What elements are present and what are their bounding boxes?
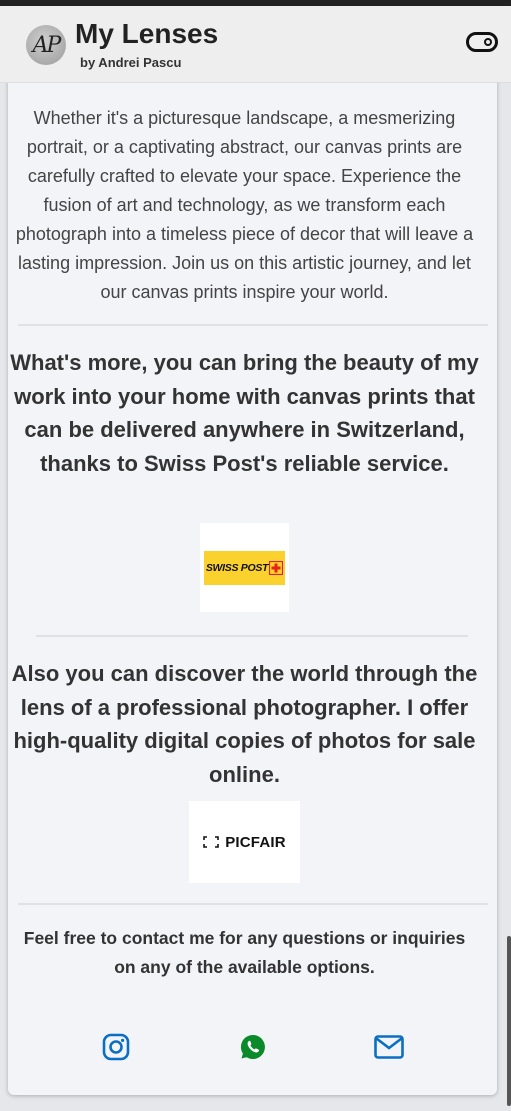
whatsapp-icon bbox=[240, 1034, 265, 1059]
swiss-post-logo-text: SWISS POST bbox=[205, 561, 269, 574]
swiss-post-logo-link[interactable]: SWISS POST bbox=[200, 523, 289, 612]
site-title[interactable]: My Lenses bbox=[75, 18, 218, 50]
digital-copies-heading: Also you can discover the world through … bbox=[11, 661, 478, 787]
instagram-link[interactable] bbox=[101, 1032, 131, 1062]
mail-icon bbox=[374, 1035, 404, 1059]
scrollbar[interactable] bbox=[507, 936, 511, 1106]
toggle-knob-icon bbox=[484, 38, 492, 46]
canvas-prints-heading: What's more, you can bring the beauty of… bbox=[10, 350, 479, 476]
avatar[interactable]: AP bbox=[26, 25, 66, 65]
site-header: AP My Lenses by Andrei Pascu bbox=[0, 6, 511, 83]
whatsapp-link[interactable] bbox=[238, 1032, 268, 1062]
picfair-logo-link[interactable]: PICFAIR bbox=[189, 801, 300, 883]
section-divider bbox=[18, 324, 488, 326]
instagram-icon bbox=[102, 1033, 130, 1061]
contact-text: Feel free to contact me for any question… bbox=[23, 928, 466, 977]
swiss-post-logo: SWISS POST bbox=[204, 550, 285, 585]
section-divider bbox=[18, 903, 488, 905]
email-link[interactable] bbox=[374, 1032, 404, 1062]
picfair-logo-text: PICFAIR bbox=[225, 833, 286, 851]
theme-toggle[interactable] bbox=[466, 32, 498, 52]
avatar-initials: AP bbox=[32, 32, 62, 58]
intro-paragraph: Whether it's a picturesque landscape, a … bbox=[15, 108, 474, 302]
frame-corners-icon bbox=[203, 836, 220, 848]
swiss-cross-icon bbox=[269, 560, 284, 575]
site-subtitle: by Andrei Pascu bbox=[80, 55, 182, 70]
section-divider bbox=[36, 635, 468, 637]
